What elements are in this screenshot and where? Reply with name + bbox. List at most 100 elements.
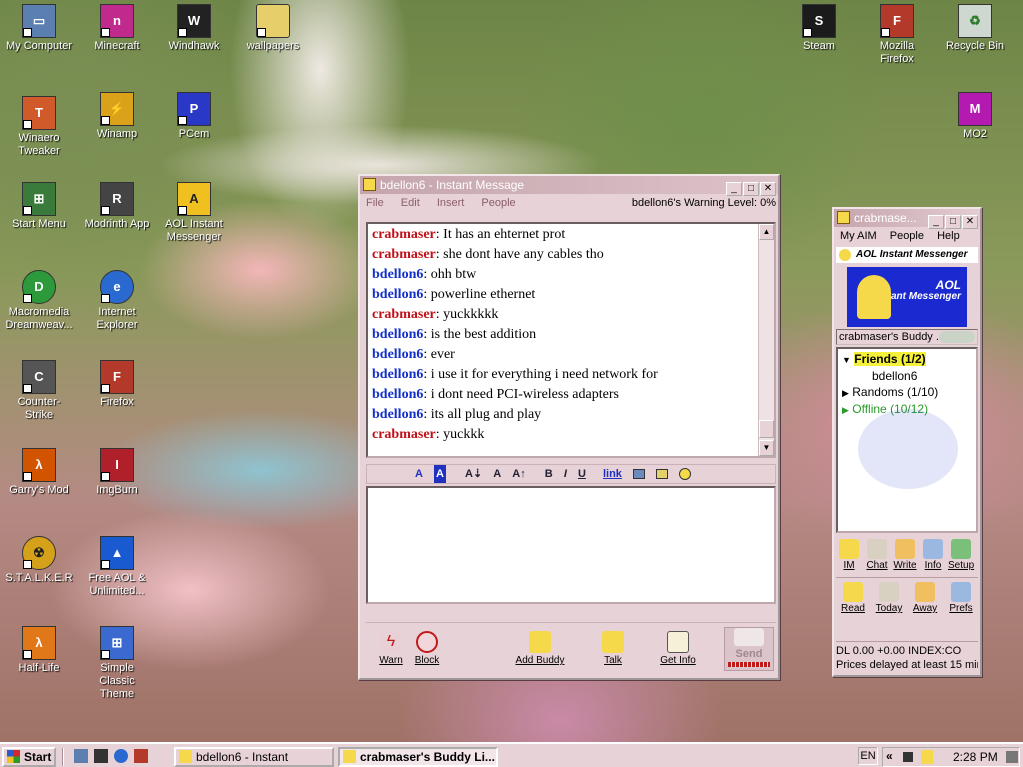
desktop-icon-modrinth-app[interactable]: R Modrinth App [80, 182, 154, 231]
desktop-icon-windhawk[interactable]: W Windhawk [157, 4, 231, 53]
menu-help[interactable]: Help [937, 230, 960, 242]
clock[interactable]: 2:28 PM [953, 750, 998, 764]
get-info-button[interactable]: Get Info [648, 631, 708, 666]
desktop-icon-recycle-bin[interactable]: ♻ Recycle Bin [938, 4, 1012, 53]
desktop-icon-imgburn[interactable]: I ImgBurn [80, 448, 154, 497]
aim-banner[interactable]: AOL Instant Messenger [847, 267, 967, 327]
desktop-icon-steam[interactable]: S Steam [782, 4, 856, 53]
group-friends[interactable]: ▼ Friends (1/2) [842, 351, 972, 368]
desktop-icon-half-life[interactable]: λ Half-Life [2, 626, 76, 675]
add-buddy-button[interactable]: Add Buddy [508, 631, 572, 666]
buddy-tool-info[interactable]: Info [920, 539, 946, 571]
talk-button[interactable]: Talk [588, 631, 638, 666]
desktop-icon-stalker[interactable]: ☢ S.T.A.L.K.E.R [2, 536, 76, 585]
language-indicator[interactable]: EN [858, 747, 878, 765]
buddy-tool-im[interactable]: IM [836, 539, 862, 571]
menu-file[interactable]: File [366, 197, 384, 209]
chat-message: crabmaser: yuckkkkk [372, 307, 499, 322]
status-icons[interactable] [939, 331, 975, 343]
menu-people[interactable]: People [481, 197, 515, 209]
system-tray: « 2:28 PM [882, 747, 1020, 767]
add-buddy-icon [529, 631, 551, 653]
text-color-button[interactable]: A [415, 465, 423, 483]
desktop-icon-my-computer[interactable]: ▭ My Computer [2, 4, 76, 53]
volume-icon[interactable] [903, 752, 913, 762]
message-sender: bdellon6 [372, 347, 424, 362]
task-im-window[interactable]: bdellon6 - Instant Message [174, 747, 334, 767]
underline-button[interactable]: U [578, 465, 586, 483]
smaller-font-button[interactable]: A⇣ [465, 465, 482, 483]
send-button[interactable]: Send [724, 627, 774, 671]
insert-image-icon[interactable] [632, 469, 645, 480]
bold-button[interactable]: B [545, 465, 553, 483]
normal-font-button[interactable]: A [493, 465, 501, 483]
firefox-icon[interactable] [134, 749, 148, 763]
buddy-tool-setup[interactable]: Setup [948, 539, 974, 571]
desktop-icon-garrys-mod[interactable]: λ Garry's Mod [2, 448, 76, 497]
desktop-icon-minecraft[interactable]: n Minecraft [80, 4, 154, 53]
windhawk-icon[interactable] [94, 749, 108, 763]
desktop-icon-wallpapers[interactable]: wallpapers [236, 4, 310, 53]
buddy-toolbar-1: IM Chat Write Info Setup [834, 537, 980, 577]
close-button[interactable]: ✕ [962, 215, 978, 229]
italic-button[interactable]: I [564, 465, 567, 483]
buddy-tool-away[interactable]: Away [908, 582, 942, 614]
start-button[interactable]: Start [2, 747, 56, 767]
chat-message: bdellon6: its all plug and play [372, 407, 542, 422]
scroll-down-arrow[interactable]: ▼ [759, 440, 774, 456]
menu-edit[interactable]: Edit [401, 197, 420, 209]
buddy-list-tab[interactable]: crabmaser's Buddy ... [836, 329, 978, 345]
buddy-tool-chat[interactable]: Chat [864, 539, 890, 571]
larger-font-button[interactable]: A↑ [512, 465, 525, 483]
tray-expand-chevron[interactable]: « [886, 749, 893, 763]
menu-people[interactable]: People [890, 230, 924, 242]
group-randoms[interactable]: ▶ Randoms (1/10) [842, 384, 972, 401]
buddy-titlebar[interactable]: crabmase... _ □ ✕ [834, 209, 980, 229]
buddy-tool-today[interactable]: Today [872, 582, 906, 614]
desktop-icon-start-menu[interactable]: ⊞ Start Menu [2, 182, 76, 231]
tray-icon[interactable] [1006, 751, 1018, 763]
chat-message: crabmaser: she dont have any cables tho [372, 247, 604, 262]
desktop-icon-aol-instant-messenger[interactable]: A AOL Instant Messenger [157, 182, 231, 244]
chat-log[interactable]: crabmaser: It has an ehternet prot crabma… [366, 222, 776, 458]
stock-ticker[interactable]: DL 0.00 +0.00 INDEX:CO Prices delayed at… [836, 641, 978, 675]
desktop-icon-simple-classic-theme[interactable]: ⊞ Simple Classic Theme [80, 626, 154, 701]
desktop-icon-mo2[interactable]: M MO2 [938, 92, 1012, 141]
desktop-icon-internet-explorer[interactable]: e Internet Explorer [80, 270, 154, 332]
background-color-button[interactable]: A [434, 465, 446, 483]
internet-explorer-icon[interactable] [114, 749, 128, 763]
desktop-icon-winamp[interactable]: ⚡ Winamp [80, 92, 154, 141]
buddy-tool-write[interactable]: Write [892, 539, 918, 571]
buddy-tool-read[interactable]: Read [836, 582, 870, 614]
desktop-icon-counter-strike[interactable]: C Counter-Strike [2, 360, 76, 422]
menu-insert[interactable]: Insert [437, 197, 465, 209]
buddy-tree[interactable]: ▼ Friends (1/2) bdellon6 ▶ Randoms (1/10… [836, 347, 978, 533]
message-text: It has an ehternet prot [443, 227, 566, 242]
buddy-list-window: crabmase... _ □ ✕ My AIM People Help AOL I… [832, 207, 982, 677]
desktop-icon-winaero-tweaker[interactable]: T Winaero Tweaker [2, 96, 76, 158]
message-compose-input[interactable] [366, 486, 776, 604]
buddy-tool-prefs[interactable]: Prefs [944, 582, 978, 614]
insert-link-button[interactable]: link [603, 465, 622, 483]
im-titlebar[interactable]: bdellon6 - Instant Message _ □ ✕ [360, 176, 778, 196]
insert-email-icon[interactable] [656, 469, 669, 480]
desktop-icon-free-aol[interactable]: ▲ Free AOL & Unlimited... [80, 536, 154, 598]
chat-scrollbar[interactable]: ▲ ▼ [758, 224, 774, 456]
block-button[interactable]: Block [402, 631, 452, 666]
menu-my-aim[interactable]: My AIM [840, 230, 877, 242]
buddy-bdellon6[interactable]: bdellon6 [842, 368, 972, 384]
aim-tray-icon[interactable] [921, 750, 933, 764]
desktop-icon-dreamweaver[interactable]: D Macromedia Dreamweav... [2, 270, 76, 332]
scroll-up-arrow[interactable]: ▲ [759, 224, 774, 240]
task-buddy-list[interactable]: crabmaser's Buddy Li... [338, 747, 498, 767]
maximize-button[interactable]: □ [945, 215, 961, 229]
desktop-icon-mozilla-firefox[interactable]: F Mozilla Firefox [860, 4, 934, 66]
smiley-icon[interactable] [679, 468, 692, 481]
mo2-icon: M [958, 92, 992, 126]
away-icon [915, 582, 935, 602]
minimize-button[interactable]: _ [928, 215, 944, 229]
desktop-icon-pcem[interactable]: P PCem [157, 92, 231, 141]
scroll-thumb[interactable] [759, 420, 774, 438]
show-desktop-icon[interactable] [74, 749, 88, 763]
desktop-icon-firefox[interactable]: F Firefox [80, 360, 154, 409]
